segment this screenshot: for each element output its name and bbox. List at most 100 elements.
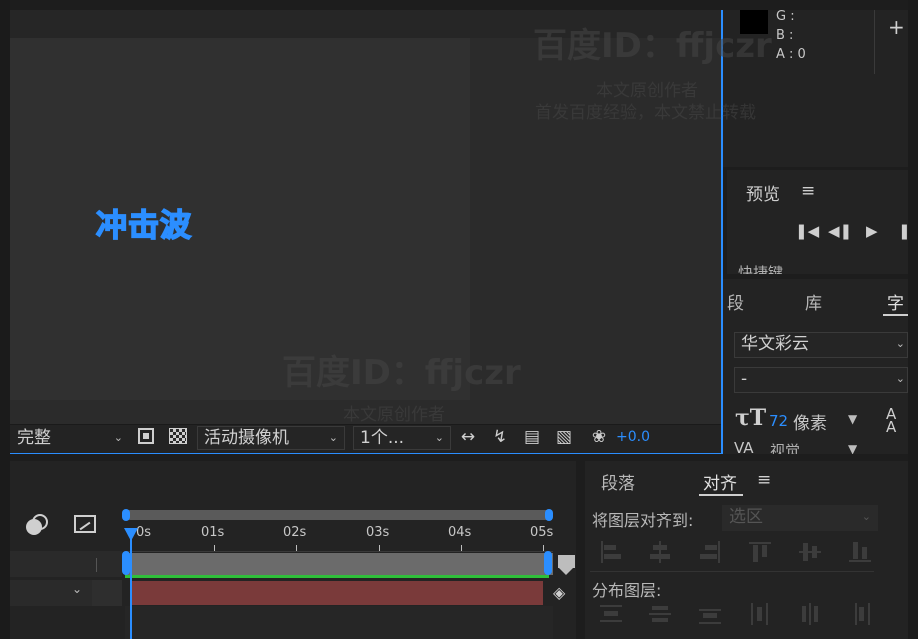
panel-menu-icon[interactable]: ≡	[757, 470, 771, 490]
chevron-down-icon: ⌄	[895, 372, 905, 385]
align-to-label: 将图层对齐到:	[592, 511, 694, 530]
tab-character[interactable]: 字	[887, 289, 904, 314]
align-vertical-center-icon[interactable]	[799, 541, 821, 563]
toggle-pixel-aspect-icon[interactable]: ↔	[457, 427, 479, 447]
preview-title: 预览	[746, 185, 780, 205]
timeline-flowchart-icon[interactable]: ▤	[521, 427, 543, 447]
comp-marker-bin-icon[interactable]	[558, 555, 575, 575]
composition-header-strip	[10, 10, 722, 38]
transparency-grid-icon[interactable]	[169, 428, 187, 444]
info-g-label: G :	[776, 9, 795, 24]
ruler-label-3: 03s	[366, 525, 390, 540]
chevron-down-icon: ⌄	[72, 582, 83, 596]
work-area-start-handle[interactable]	[122, 509, 130, 521]
font-family-value: 华文彩云	[741, 334, 809, 354]
font-style-dropdown[interactable]: - ⌄	[734, 367, 908, 393]
composition-duration-bar[interactable]	[125, 553, 553, 575]
work-area-bar[interactable]	[125, 510, 553, 520]
ruler-tick	[296, 545, 297, 551]
align-top-icon[interactable]	[749, 541, 771, 563]
tracking-icon: VA	[734, 439, 754, 453]
layer-duration-bar[interactable]	[131, 581, 543, 605]
tab-library[interactable]: 库	[805, 289, 822, 314]
resolution-value: 完整	[17, 428, 51, 448]
camera-value: 活动摄像机	[204, 428, 289, 448]
align-bottom-icon[interactable]	[849, 541, 871, 563]
tab-active-underline	[699, 494, 743, 496]
align-left-icon[interactable]	[600, 541, 622, 563]
font-size-icon: τT	[735, 405, 767, 431]
views-value: 1个...	[360, 428, 405, 448]
align-to-value: 选区	[729, 507, 763, 527]
font-size-dropdown-arrow[interactable]: ▼	[848, 412, 857, 426]
distribute-left-icon[interactable]	[749, 603, 771, 625]
align-divider	[590, 571, 874, 572]
timeline-track-area	[125, 606, 553, 639]
tab-active-underline	[883, 314, 908, 316]
layer-header-divider	[96, 558, 97, 572]
align-right-icon[interactable]	[699, 541, 721, 563]
current-time-indicator-line[interactable]	[130, 528, 132, 639]
color-swatch	[740, 10, 768, 34]
left-gutter	[0, 0, 10, 639]
distribute-label: 分布图层:	[592, 581, 662, 600]
first-frame-icon[interactable]: ❚◀	[795, 222, 819, 240]
play-icon[interactable]: ▶	[866, 222, 878, 240]
exposure-value[interactable]: +0.0	[616, 429, 650, 445]
composition-canvas[interactable]	[10, 38, 470, 400]
cache-indicator-bar	[125, 575, 549, 578]
add-icon[interactable]: +	[888, 15, 905, 39]
chevron-down-icon: ⌄	[113, 431, 123, 444]
tab-paragraph-partial[interactable]: 段	[727, 289, 744, 314]
chevron-down-icon: ⌄	[434, 431, 444, 444]
reset-exposure-icon[interactable]: ❀	[588, 427, 610, 447]
layer-row-extra	[92, 580, 122, 606]
layer-switch-dropdown[interactable]: ⌄	[68, 582, 90, 602]
ruler-tick	[379, 545, 380, 551]
chevron-down-icon: ⌄	[861, 510, 871, 523]
align-to-dropdown[interactable]: 选区 ⌄	[722, 505, 878, 531]
tab-paragraph[interactable]: 段落	[601, 469, 635, 494]
comp-flowchart-icon[interactable]: ▧	[553, 427, 575, 447]
previous-frame-icon[interactable]: ◀❚	[828, 222, 852, 240]
graph-editor-icon[interactable]	[74, 515, 96, 533]
tracking-value[interactable]: 视觉	[770, 440, 800, 454]
distribute-bottom-icon[interactable]	[699, 603, 721, 625]
shortcut-label: 快捷键	[738, 264, 784, 274]
tracking-dropdown-arrow[interactable]: ▼	[848, 442, 857, 454]
align-horizontal-center-icon[interactable]	[649, 541, 671, 563]
ruler-label-0: 0s	[136, 525, 152, 540]
keyframe-nav-icon[interactable]: ◈	[553, 583, 565, 602]
chevron-down-icon: ⌄	[328, 431, 338, 444]
duration-end-handle[interactable]	[544, 551, 552, 575]
distribute-right-icon[interactable]	[849, 603, 871, 625]
info-a-label: A : 0	[776, 47, 806, 62]
fast-previews-icon[interactable]: ↯	[489, 427, 511, 447]
font-size-unit: 像素	[793, 414, 827, 434]
distribute-horizontal-center-icon[interactable]	[799, 603, 821, 625]
panel-menu-icon[interactable]: ≡	[801, 181, 815, 201]
info-b-label: B :	[776, 28, 794, 43]
views-dropdown[interactable]: 1个... ⌄	[353, 426, 451, 450]
font-family-dropdown[interactable]: 华文彩云 ⌄	[734, 332, 908, 358]
ruler-label-2: 02s	[283, 525, 307, 540]
info-divider	[874, 10, 875, 74]
ruler-tick	[543, 545, 544, 551]
leading-icon: AA	[886, 405, 897, 436]
ruler-label-5: 05s	[530, 525, 554, 540]
font-size-value[interactable]: 72	[769, 412, 788, 430]
distribute-top-icon[interactable]	[600, 603, 622, 625]
duration-start-handle[interactable]	[122, 551, 130, 575]
motion-blur-icon[interactable]	[26, 514, 48, 536]
ruler-tick	[461, 545, 462, 551]
composition-text-layer[interactable]: 冲击波	[95, 200, 192, 245]
resolution-dropdown[interactable]: 完整 ⌄	[10, 426, 130, 450]
ruler-baseline	[125, 551, 553, 552]
distribute-vertical-center-icon[interactable]	[649, 603, 671, 625]
ruler-label-4: 04s	[448, 525, 472, 540]
work-area-end-handle[interactable]	[545, 509, 553, 521]
ruler-tick	[214, 545, 215, 551]
tab-align[interactable]: 对齐	[703, 469, 737, 494]
camera-dropdown[interactable]: 活动摄像机 ⌄	[197, 426, 345, 450]
region-of-interest-icon[interactable]	[138, 428, 154, 444]
